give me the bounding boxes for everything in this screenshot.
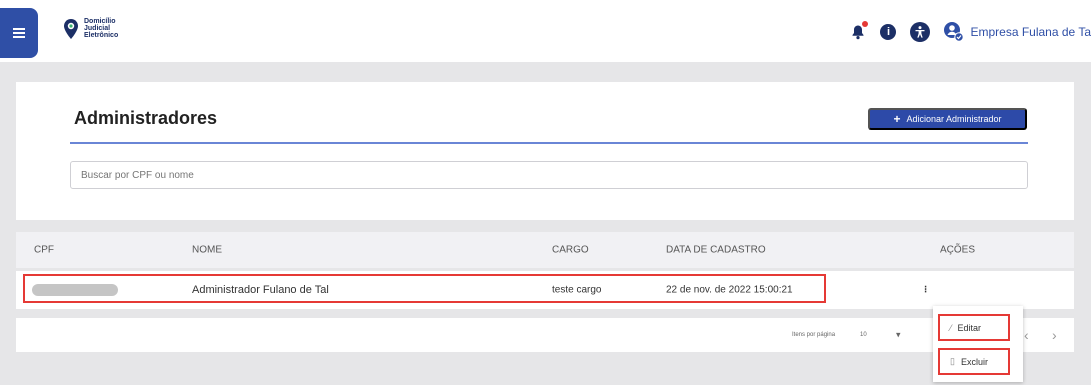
info-icon[interactable]: i bbox=[880, 24, 897, 40]
items-per-page-select[interactable]: 10 bbox=[860, 332, 867, 338]
logo-line-1: Domicílio bbox=[84, 18, 116, 25]
add-administrator-button[interactable]: + Adicionar Administrador bbox=[868, 108, 1027, 130]
edit-menu-item[interactable]: ⁄ Editar bbox=[938, 314, 1010, 341]
hamburger-icon bbox=[13, 28, 25, 38]
items-per-page-label: Itens por página bbox=[792, 332, 836, 338]
row-actions-menu: ⁄ Editar ▯ Excluir bbox=[933, 306, 1023, 382]
administrators-card: Administradores + Adicionar Administrado… bbox=[16, 82, 1074, 220]
top-bar: Domicílio Judicial Eletrônico i Empresa … bbox=[0, 0, 1091, 62]
edit-label: Editar bbox=[957, 322, 982, 333]
delete-label: Excluir bbox=[960, 356, 988, 367]
table-header: CPF NOME CARGO DATA DE CADASTRO AÇÕES bbox=[16, 232, 1074, 268]
search-input[interactable] bbox=[70, 161, 1028, 189]
column-header-nome: NOME bbox=[192, 244, 222, 256]
user-name[interactable]: Empresa Fulana de Ta bbox=[970, 25, 1091, 39]
logo-text: Domicílio Judicial Eletrônico bbox=[84, 18, 118, 39]
notifications-button[interactable] bbox=[850, 21, 869, 40]
row-highlight-box bbox=[23, 274, 826, 303]
table-row[interactable]: Administrador Fulano de Tal teste cargo … bbox=[16, 271, 1074, 309]
row-actions-kebab-icon[interactable]: ⁝ bbox=[924, 285, 927, 296]
notification-badge bbox=[862, 21, 869, 27]
previous-page-button[interactable]: ‹ bbox=[1024, 327, 1029, 343]
plus-icon: + bbox=[893, 112, 901, 126]
accessibility-figure-icon bbox=[915, 26, 925, 38]
add-administrator-label: Adicionar Administrador bbox=[906, 114, 1002, 124]
column-header-data-cadastro: DATA DE CADASTRO bbox=[666, 244, 766, 256]
page-title: Administradores bbox=[74, 108, 218, 128]
next-page-button[interactable]: › bbox=[1052, 327, 1057, 343]
logo-line-3: Eletrônico bbox=[84, 32, 119, 39]
pencil-icon: ⁄ bbox=[950, 322, 952, 333]
title-divider bbox=[70, 142, 1028, 144]
trash-icon: ▯ bbox=[950, 356, 955, 366]
header-actions: i Empresa Fulana de Ta bbox=[850, 20, 1091, 44]
pagination-bar: Itens por página 10 ▾ ‹ › bbox=[16, 318, 1074, 352]
delete-menu-item[interactable]: ▯ Excluir bbox=[938, 348, 1010, 375]
column-header-cargo: CARGO bbox=[552, 244, 589, 256]
chevron-down-icon[interactable]: ▾ bbox=[896, 330, 901, 341]
app-logo[interactable]: Domicílio Judicial Eletrônico bbox=[64, 18, 118, 39]
location-pin-icon bbox=[64, 18, 78, 39]
user-avatar-icon[interactable] bbox=[944, 22, 965, 42]
hamburger-menu-button[interactable] bbox=[0, 8, 38, 58]
column-header-cpf: CPF bbox=[34, 244, 54, 256]
logo-line-2: Judicial bbox=[84, 25, 111, 32]
column-header-acoes: AÇÕES bbox=[940, 244, 976, 256]
accessibility-icon[interactable] bbox=[910, 22, 931, 42]
